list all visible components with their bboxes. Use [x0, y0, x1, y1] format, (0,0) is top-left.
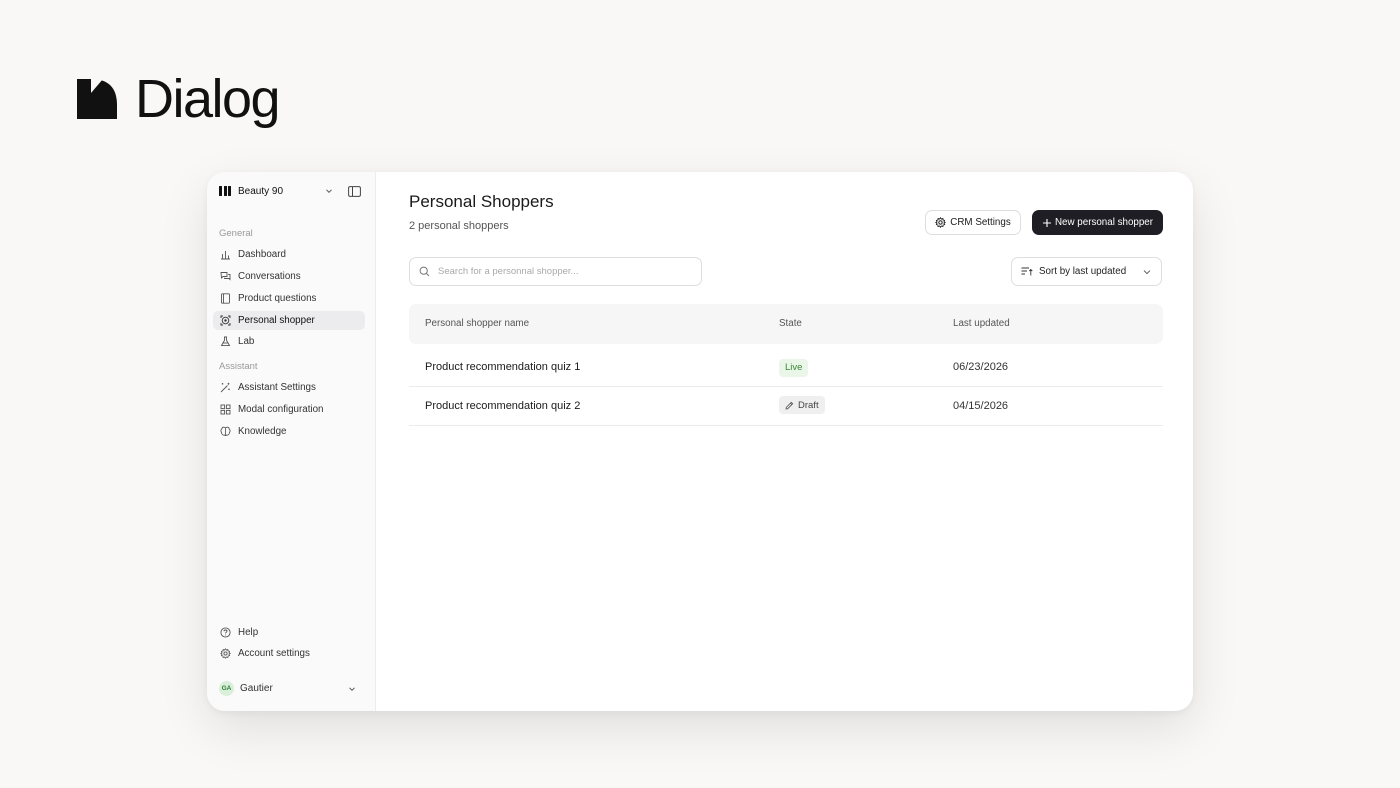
- shopper-name: Product recommendation quiz 1: [425, 361, 581, 373]
- new-personal-shopper-button[interactable]: New personal shopper: [1032, 210, 1163, 235]
- sort-label: Sort by last updated: [1039, 266, 1127, 277]
- chevron-down-icon[interactable]: [324, 186, 334, 196]
- magic-wand-icon: [220, 382, 230, 393]
- pencil-icon: [785, 401, 794, 409]
- sidebar-item-label: Product questions: [238, 293, 317, 304]
- column-header-last-updated: Last updated: [953, 318, 1010, 329]
- gear-icon: [220, 648, 231, 659]
- new-personal-shopper-label: New personal shopper: [1054, 217, 1154, 228]
- column-header-name: Personal shopper name: [425, 318, 530, 329]
- book-icon: [221, 293, 230, 304]
- chevron-down-icon[interactable]: [347, 684, 357, 694]
- status-badge: Live: [779, 358, 809, 377]
- sidebar-item-label: Account settings: [238, 648, 310, 659]
- sidebar-item-modal-configuration[interactable]: Modal configuration: [213, 400, 365, 419]
- page-title: Personal Shoppers: [409, 192, 554, 211]
- sidebar-item-lab[interactable]: Lab: [213, 332, 365, 351]
- search-box[interactable]: [409, 257, 702, 286]
- sidebar-item-assistant-settings[interactable]: Assistant Settings: [213, 378, 365, 397]
- crm-settings-label: CRM Settings: [950, 217, 1011, 228]
- sidebar-item-label: Lab: [238, 336, 255, 347]
- section-label-general: General: [219, 228, 253, 239]
- table-row[interactable]: Product recommendation quiz 1 Live 06/23…: [409, 348, 1163, 387]
- sidebar-item-label: Dashboard: [238, 249, 286, 260]
- table-row[interactable]: Product recommendation quiz 2 Draft 04/1…: [409, 387, 1163, 426]
- main-content: Personal Shoppers 2 personal shoppers CR…: [376, 172, 1193, 711]
- sidebar-item-label: Help: [238, 627, 259, 638]
- brain-icon: [220, 426, 231, 437]
- brand-name: Dialog: [135, 69, 281, 129]
- status-badge: Draft: [779, 396, 825, 414]
- status-badge-label: Draft: [798, 399, 819, 411]
- user-menu[interactable]: GA Gautier: [219, 681, 361, 696]
- shopper-name: Product recommendation quiz 2: [425, 400, 581, 412]
- last-updated-cell: 04/15/2026: [953, 400, 1009, 412]
- state-cell: Draft: [779, 396, 825, 415]
- last-updated-cell: 06/23/2026: [953, 361, 1009, 373]
- state-cell: Live: [779, 357, 809, 377]
- sidebar-item-conversations[interactable]: Conversations: [213, 267, 365, 286]
- sidebar-item-product-questions[interactable]: Product questions: [213, 289, 365, 308]
- workspace-switcher[interactable]: Beauty 90: [219, 184, 361, 198]
- gear-icon: [935, 217, 947, 228]
- workspace-name: Beauty 90: [238, 185, 284, 197]
- sort-dropdown[interactable]: Sort by last updated: [1011, 257, 1162, 286]
- user-name: Gautier: [240, 683, 273, 694]
- sidebar-item-label: Modal configuration: [238, 404, 324, 415]
- bar-chart-icon: [221, 251, 230, 260]
- workspace-logo-icon: [219, 186, 232, 196]
- sidebar-item-account-settings[interactable]: Account settings: [213, 644, 365, 663]
- chat-bubbles-icon: [220, 272, 231, 281]
- sidebar: Beauty 90 General Dashboard Conversation…: [207, 172, 376, 711]
- help-circle-icon: [220, 627, 231, 638]
- sidebar-item-knowledge[interactable]: Knowledge: [213, 422, 365, 441]
- flask-icon: [220, 336, 231, 347]
- sidebar-item-label: Personal shopper: [238, 315, 315, 326]
- brand: Dialog: [77, 69, 281, 129]
- page-subtitle: 2 personal shoppers: [409, 220, 509, 232]
- app-window: Beauty 90 General Dashboard Conversation…: [207, 172, 1193, 711]
- chevron-down-icon: [1143, 269, 1151, 274]
- dialog-logo-icon: [77, 79, 117, 119]
- shopper-icon: [220, 315, 231, 326]
- sidebar-item-label: Conversations: [238, 271, 301, 282]
- sidebar-item-label: Knowledge: [238, 426, 287, 437]
- crm-settings-button[interactable]: CRM Settings: [925, 210, 1021, 235]
- search-input[interactable]: [436, 265, 680, 278]
- section-label-assistant: Assistant: [219, 361, 258, 372]
- grid-icon: [220, 404, 231, 415]
- plus-icon: [1042, 218, 1051, 227]
- sidebar-item-help[interactable]: Help: [213, 623, 365, 642]
- sort-icon: [1021, 267, 1033, 276]
- column-header-state: State: [779, 318, 802, 329]
- sidebar-item-dashboard[interactable]: Dashboard: [213, 245, 365, 264]
- sidebar-item-label: Assistant Settings: [238, 382, 316, 393]
- sidebar-item-personal-shopper[interactable]: Personal shopper: [213, 311, 365, 330]
- avatar: GA: [219, 681, 234, 696]
- search-icon: [419, 266, 430, 277]
- sidebar-toggle-icon[interactable]: [348, 185, 361, 197]
- table-header: Personal shopper name State Last updated: [409, 304, 1163, 344]
